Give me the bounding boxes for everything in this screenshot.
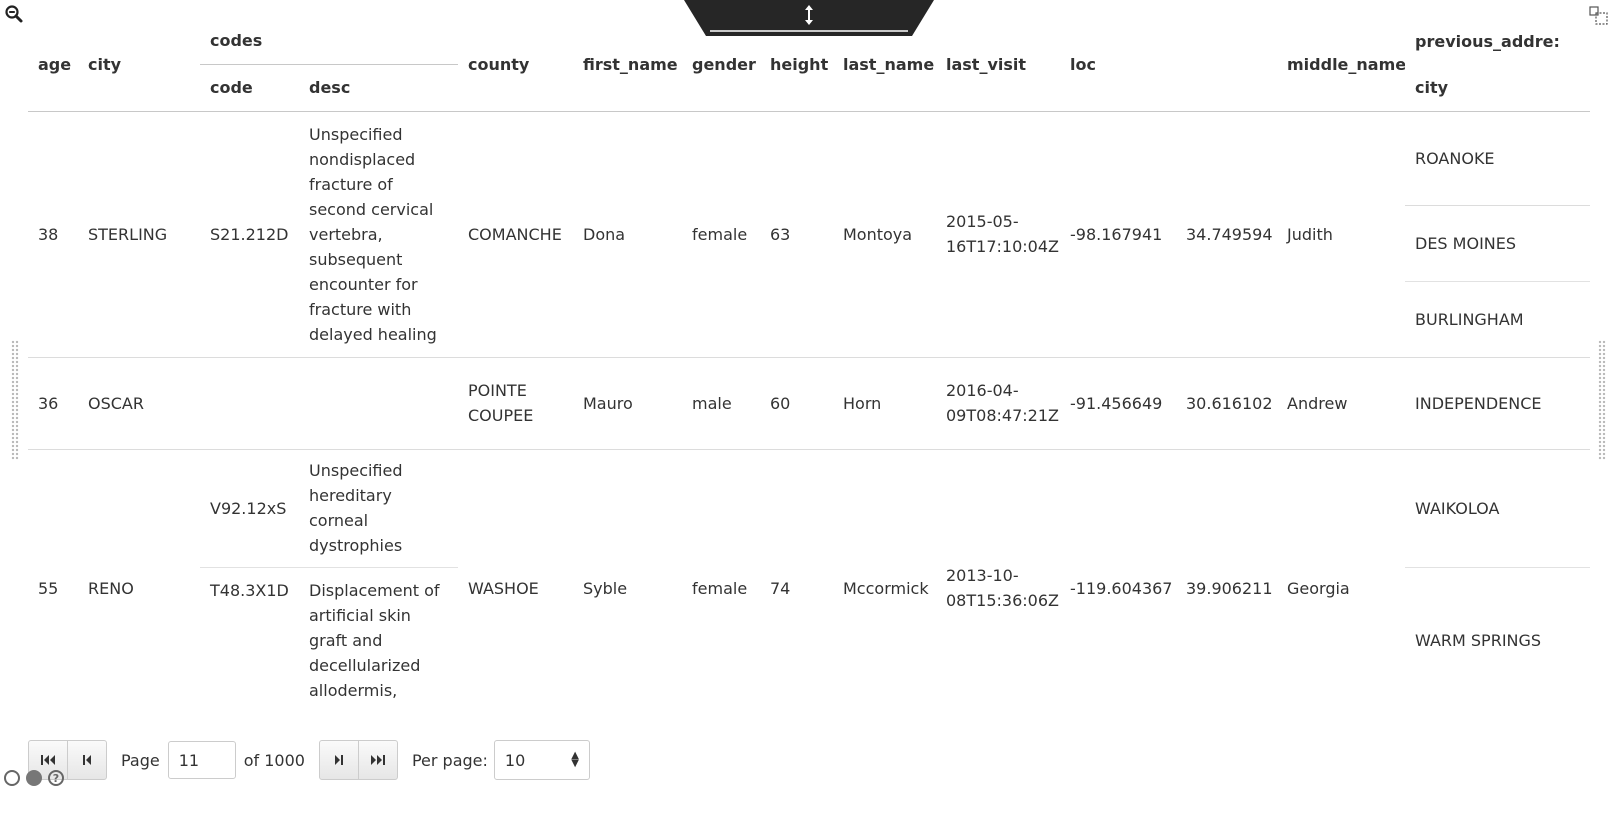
page-total-label: of 1000 [243,750,305,770]
header-previous-address[interactable]: previous_addre: [1405,18,1590,64]
data-table-viewport[interactable]: age city codes county first_name gender … [28,18,1590,728]
header-height[interactable]: height [760,18,833,112]
cell-last-name: Montoya [833,111,936,358]
right-resize-grip[interactable] [1598,340,1606,460]
cell-city: STERLING [78,111,200,358]
footer-icons: ? [4,770,64,786]
cell-previous-city: BURLINGHAM [1405,281,1590,358]
cell-county: POINTE COUPEE [458,357,573,450]
cell-gender: female [682,111,760,358]
cell-previous-city: DES MOINES [1405,205,1590,282]
header-county[interactable]: county [458,18,573,112]
cell-last-visit: 2016-04-09T08:47:21Z [936,357,1060,450]
cell-first-name: Dona [573,111,682,358]
cell-age: 36 [28,357,78,450]
last-page-button[interactable] [359,741,397,779]
next-page-button[interactable] [320,741,359,779]
data-table: age city codes county first_name gender … [28,18,1590,727]
cell-previous-city: WAIKOLOA [1405,449,1590,568]
header-gender[interactable]: gender [682,18,760,112]
cell-county: WASHOE [468,578,539,598]
last-page-icon [370,755,385,765]
page-number-input[interactable] [167,741,236,779]
per-page-value: 10 [504,750,526,770]
cell-loc-lon: -119.604367 [1070,578,1173,598]
cell-height: 74 [770,578,791,598]
help-icon[interactable]: ? [48,770,64,786]
header-city[interactable]: city [78,18,200,112]
cell-height: 63 [760,111,833,358]
header-first-name[interactable]: first_name [573,18,682,112]
cell-desc: Unspecified nondisplaced fracture of sec… [299,111,458,358]
header-code[interactable]: code [200,64,299,112]
cell-county: COMANCHE [458,111,573,358]
prev-page-button[interactable] [68,741,106,779]
cell-loc-lon: -98.167941 [1060,111,1176,358]
cell-last-visit: 2013-10-08T15:36:06Z [946,566,1059,611]
prev-page-icon [83,755,91,765]
cell-code: S21.212D [200,111,299,358]
empty-circle-icon[interactable] [4,770,20,786]
expand-icon[interactable] [1588,4,1610,26]
header-loc[interactable]: loc [1060,18,1277,112]
left-resize-grip[interactable] [11,340,19,460]
cell-gender: female [692,578,748,598]
cell-loc-lat: 34.749594 [1176,111,1277,358]
pager-forward-group [318,740,398,780]
cell-previous-city: ROANOKE [1405,111,1590,207]
table-row[interactable]: 38 STERLING S21.212D Unspecified nondisp… [28,111,1590,358]
cell-desc: Displacement of artificial skin graft an… [309,580,440,700]
cell-first-name: Mauro [573,357,682,450]
select-arrows-icon: ▲ ▼ [571,750,579,769]
cell-height: 60 [760,357,833,450]
cell-desc: Unspecified hereditary corneal dystrophi… [299,449,458,568]
cell-previous-city: WARM SPRINGS [1415,630,1542,650]
next-page-icon [334,755,343,765]
header-last-visit[interactable]: last_visit [936,18,1060,112]
cell-previous-city: INDEPENDENCE [1405,357,1590,450]
cell-city: OSCAR [78,357,200,450]
zoom-out-icon[interactable] [4,4,26,26]
per-page-select[interactable]: 10 ▲ ▼ [493,740,590,780]
cell-last-visit: 2015-05-16T17:10:04Z [936,111,1060,358]
table-row[interactable]: 55 RENO V92.12xS Unspecified hereditary … [28,449,1590,610]
cell-city: RENO [88,578,134,598]
filled-circle-icon[interactable] [26,770,42,786]
cell-age: 38 [28,111,78,358]
cell-code [200,357,299,450]
header-middle-name[interactable]: middle_name [1277,18,1405,112]
header-age[interactable]: age [28,18,78,112]
cell-code: V92.12xS [200,449,299,568]
cell-last-name: Mccormick [843,578,929,598]
header-last-name[interactable]: last_name [833,18,936,112]
cell-loc-lon: -91.456649 [1060,357,1176,450]
header-desc[interactable]: desc [299,64,458,112]
cell-desc [299,357,458,450]
pagination-bar: Page of 1000 Per page: 10 ▲▼ [28,740,590,780]
cell-middle-name: Andrew [1277,357,1405,450]
per-page-label: Per page: [411,750,488,770]
cell-loc-lat: 39.906211 [1186,578,1273,598]
cell-middle-name: Judith [1277,111,1405,358]
cell-first-name: Syble [583,578,628,598]
cell-last-name: Horn [833,357,936,450]
cell-middle-name: Georgia [1287,578,1350,598]
cell-loc-lat: 30.616102 [1176,357,1277,450]
header-previous-city[interactable]: city [1405,64,1590,112]
cell-code: T48.3X1D [210,580,289,600]
table-row[interactable]: 36 OSCAR POINTE COUPEE Mauro male 60 Hor… [28,357,1590,450]
cell-age: 55 [38,578,59,598]
first-page-icon [41,755,55,765]
page-label: Page [121,750,160,770]
cell-gender: male [682,357,760,450]
header-codes[interactable]: codes [200,18,458,65]
